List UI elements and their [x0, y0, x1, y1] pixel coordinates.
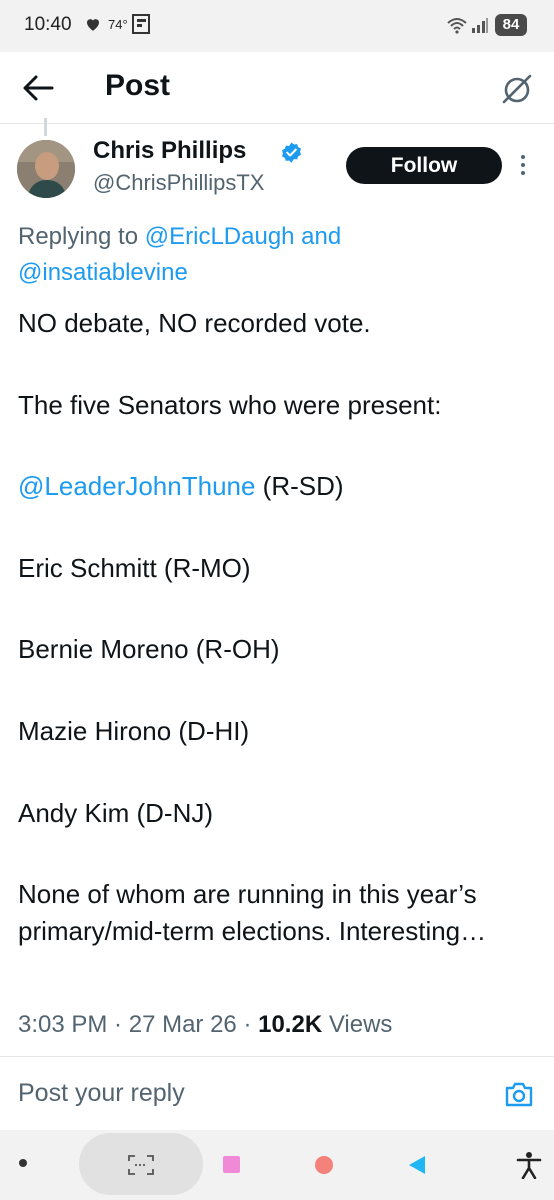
views-count[interactable]: 10.2K	[258, 1011, 322, 1038]
meta-separator: ·	[107, 1011, 129, 1038]
author-handle[interactable]: @ChrisPhillipsTX	[93, 170, 264, 196]
page-title: Post	[105, 69, 171, 102]
verified-badge-icon	[282, 142, 301, 163]
mention-suffix: (R-SD)	[255, 471, 344, 501]
post-meta: 3:03 PM · 27 Mar 26 · 10.2K Views	[18, 1011, 392, 1039]
flipboard-icon	[132, 14, 150, 34]
scan-icon[interactable]	[127, 1154, 155, 1176]
replying-prefix: Replying to	[18, 223, 145, 250]
thread-connector	[44, 118, 47, 136]
author-display-name[interactable]: Chris Phillips	[93, 137, 246, 165]
follow-button[interactable]: Follow	[346, 147, 502, 184]
views-label: Views	[322, 1011, 393, 1038]
wifi-icon	[447, 18, 467, 34]
recents-icon[interactable]	[223, 1156, 240, 1173]
post-senator-3: Bernie Moreno (R-OH)	[18, 634, 280, 664]
more-options-icon[interactable]	[517, 152, 529, 178]
post-senator-5: Andy Kim (D-NJ)	[18, 798, 214, 828]
status-bar: 10:40 74° 84	[0, 0, 554, 52]
grok-icon[interactable]	[500, 72, 534, 106]
battery-icon: 84	[495, 14, 527, 36]
divider	[0, 1056, 554, 1057]
heart-icon	[87, 19, 99, 31]
post-line-3: @LeaderJohnThune (R-SD)	[18, 468, 548, 505]
post-closing: None of whom are running in this year’s …	[18, 879, 487, 946]
back-triangle-icon[interactable]	[406, 1154, 428, 1176]
nav-dot-icon[interactable]	[19, 1159, 27, 1167]
system-nav-bar	[0, 1130, 554, 1200]
status-time: 10:40	[24, 14, 72, 35]
top-bar: Post	[0, 52, 554, 124]
meta-separator: ·	[236, 1011, 259, 1038]
accessibility-icon[interactable]	[516, 1151, 542, 1179]
reply-input[interactable]: Post your reply	[18, 1079, 185, 1108]
replying-user-1[interactable]: @EricLDaugh	[145, 223, 295, 250]
mention-link[interactable]: @LeaderJohnThune	[18, 471, 255, 501]
post-senator-2: Eric Schmitt (R-MO)	[18, 553, 251, 583]
replying-to: Replying to @EricLDaugh and @insatiablev…	[18, 219, 538, 291]
signal-icon	[472, 18, 488, 33]
avatar-photo	[17, 140, 75, 198]
post-line-2: The five Senators who were present:	[18, 390, 442, 420]
post-date: 27 Mar 26	[128, 1011, 237, 1038]
home-icon[interactable]	[315, 1156, 333, 1174]
arrow-left-icon[interactable]	[20, 72, 56, 104]
post-line-1: NO debate, NO recorded vote.	[18, 308, 371, 338]
post-senator-4: Mazie Hirono (D-HI)	[18, 716, 250, 746]
status-temperature: 74°	[108, 17, 128, 32]
post-time: 3:03 PM	[18, 1011, 108, 1038]
avatar[interactable]	[17, 140, 75, 198]
camera-icon[interactable]	[504, 1080, 534, 1108]
replying-and[interactable]: and	[295, 223, 341, 250]
replying-user-2[interactable]: @insatiablevine	[18, 259, 188, 286]
